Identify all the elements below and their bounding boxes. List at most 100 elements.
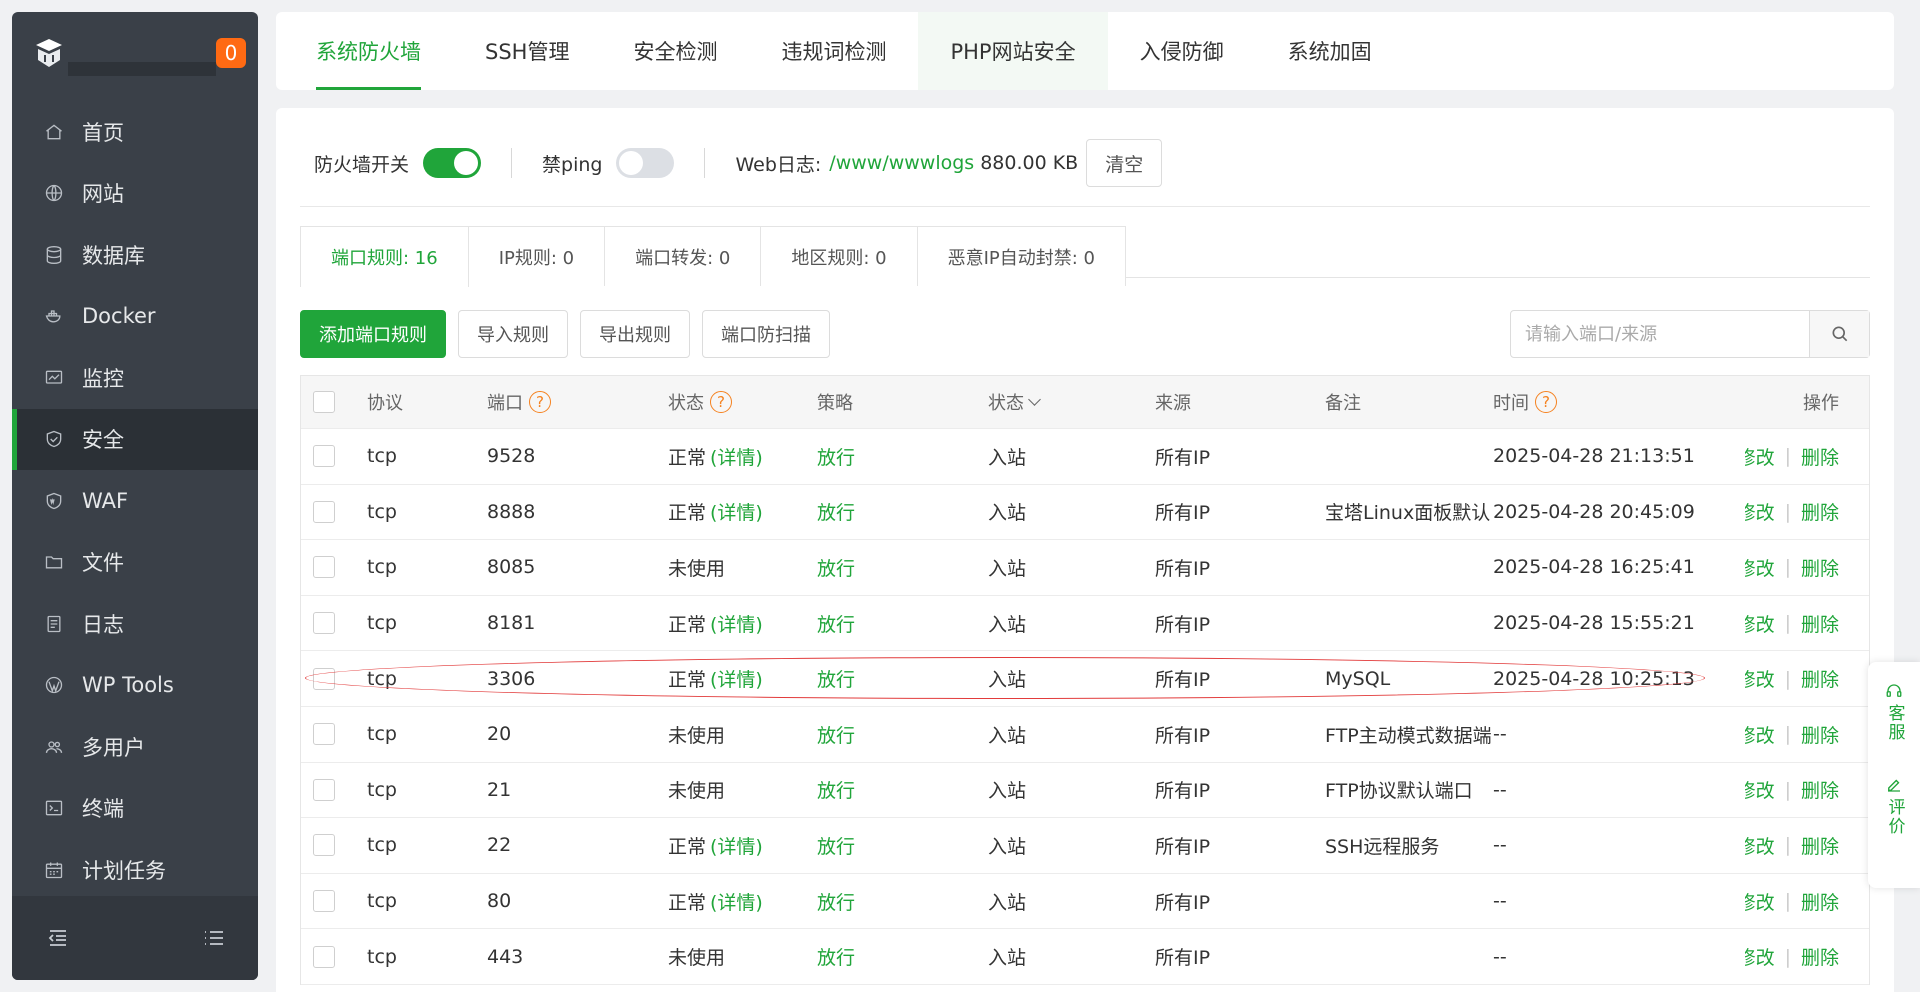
top-tab-2[interactable]: 安全检测 — [601, 12, 749, 90]
delete-rule-link[interactable]: 删除 — [1801, 610, 1839, 637]
status-detail-link[interactable]: (详情) — [710, 443, 763, 470]
status-detail-link[interactable]: (详情) — [710, 665, 763, 692]
status-cell: 正常 (详情) — [668, 665, 817, 692]
delete-rule-link[interactable]: 删除 — [1801, 943, 1839, 970]
customer-service-button[interactable]: 客服 — [1885, 682, 1905, 742]
notification-badge[interactable]: 0 — [216, 38, 246, 68]
table-header: 协议 端口? 状态? 策略 状态 来源 备注 时间? 操作 — [301, 376, 1869, 429]
top-tab-6[interactable]: 系统加固 — [1256, 12, 1404, 90]
top-tab-0[interactable]: 系统防火墙 — [284, 12, 453, 90]
delete-rule-link[interactable]: 删除 — [1801, 443, 1839, 470]
select-all-checkbox[interactable] — [313, 391, 335, 413]
status-detail-link[interactable]: (详情) — [710, 888, 763, 915]
top-tab-4[interactable]: PHP网站安全 — [918, 12, 1108, 90]
port-anti-scan-button[interactable]: 端口防扫描 — [702, 310, 830, 358]
search-input[interactable] — [1511, 311, 1809, 357]
help-icon[interactable]: ? — [1535, 391, 1557, 413]
sidebar-item-7[interactable]: 文件 — [12, 532, 258, 594]
sidebar-item-1[interactable]: 网站 — [12, 163, 258, 225]
row-checkbox[interactable] — [313, 612, 335, 635]
note-cell: 宝塔Linux面板默认 — [1325, 502, 1491, 525]
delete-rule-link[interactable]: 删除 — [1801, 721, 1839, 748]
divider: | — [1784, 778, 1791, 801]
divider: | — [1784, 723, 1791, 746]
sidebar-item-2[interactable]: 数据库 — [12, 224, 258, 286]
sidebar-item-label: 多用户 — [82, 735, 145, 760]
table-row: tcp 8181 正常 (详情) 放行 入站 所有IP 2025-04-28 15:55:21… — [301, 596, 1869, 652]
add-port-rule-button[interactable]: 添加端口规则 — [300, 310, 446, 358]
sidebar-item-5[interactable]: 安全 — [12, 408, 258, 470]
menu-list-icon[interactable] — [202, 926, 226, 950]
status-detail-link[interactable]: (详情) — [710, 498, 763, 525]
edit-rule-link[interactable]: 修改 — [1745, 721, 1775, 748]
top-tab-3[interactable]: 违规词检测 — [749, 12, 918, 90]
edit-rule-link[interactable]: 修改 — [1745, 665, 1775, 692]
row-checkbox[interactable] — [313, 945, 335, 968]
edit-rule-link[interactable]: 修改 — [1745, 943, 1775, 970]
clear-log-button[interactable]: 清空 — [1086, 139, 1163, 187]
sidebar-item-10[interactable]: 多用户 — [12, 716, 258, 778]
edit-rule-link[interactable]: 修改 — [1745, 832, 1775, 859]
firewall-toggle[interactable] — [423, 148, 482, 178]
divider — [704, 148, 706, 178]
sidebar-item-12[interactable]: 计划任务 — [12, 839, 258, 901]
search-button[interactable] — [1809, 311, 1869, 357]
delete-rule-link[interactable]: 删除 — [1801, 498, 1839, 525]
row-checkbox[interactable] — [313, 445, 335, 468]
sidebar-item-label: WP Tools — [82, 673, 174, 698]
sidebar-item-4[interactable]: 监控 — [12, 347, 258, 409]
help-icon[interactable]: ? — [529, 391, 551, 413]
row-checkbox[interactable] — [313, 723, 335, 746]
ping-toggle[interactable] — [616, 148, 675, 178]
import-rules-button[interactable]: 导入规则 — [458, 310, 568, 358]
edit-rule-link[interactable]: 修改 — [1745, 443, 1775, 470]
help-icon[interactable]: ? — [710, 391, 732, 413]
header-direction[interactable]: 状态 — [988, 389, 1155, 415]
delete-rule-link[interactable]: 删除 — [1801, 888, 1839, 915]
rule-tab-2[interactable]: 端口转发: 0 — [605, 226, 762, 286]
sidebar-item-6[interactable]: WAF — [12, 470, 258, 532]
sidebar-item-0[interactable]: 首页 — [12, 101, 258, 163]
protocol-cell: tcp — [367, 612, 397, 635]
row-checkbox[interactable] — [313, 667, 335, 690]
header-operation: 操作 — [1803, 393, 1839, 414]
edit-rule-link[interactable]: 修改 — [1745, 610, 1775, 637]
row-checkbox[interactable] — [313, 556, 335, 579]
review-button[interactable]: 评价 — [1885, 776, 1905, 836]
status-detail-link[interactable]: (详情) — [710, 832, 763, 859]
row-checkbox[interactable] — [313, 778, 335, 801]
policy-cell: 放行 — [817, 891, 856, 914]
rule-tab-4[interactable]: 恶意IP自动封禁: 0 — [917, 226, 1127, 286]
edit-rule-link[interactable]: 修改 — [1745, 888, 1775, 915]
delete-rule-link[interactable]: 删除 — [1801, 832, 1839, 859]
sidebar-item-11[interactable]: 终端 — [12, 778, 258, 840]
delete-rule-link[interactable]: 删除 — [1801, 665, 1839, 692]
row-checkbox[interactable] — [313, 500, 335, 523]
delete-rule-link[interactable]: 删除 — [1801, 776, 1839, 803]
sidebar-item-8[interactable]: 日志 — [12, 593, 258, 655]
sidebar-nav: 首页 网站 数据库 Docker 监控 安全 WAF 文件 日志 WP Tools 多用户终端 计划任… — [12, 101, 258, 901]
policy-cell: 放行 — [817, 780, 856, 803]
edit-rule-link[interactable]: 修改 — [1745, 776, 1775, 803]
chevron-down-icon[interactable] — [1028, 393, 1041, 406]
weblog-path-link[interactable]: /www/wwwlogs — [829, 152, 974, 174]
collapse-sidebar-icon[interactable] — [46, 926, 70, 950]
edit-rule-link[interactable]: 修改 — [1745, 554, 1775, 581]
port-cell: 8085 — [487, 556, 536, 579]
header-time: 时间? — [1493, 389, 1745, 415]
rule-tab-0[interactable]: 端口规则: 16 — [300, 226, 469, 287]
sidebar-item-9[interactable]: WP Tools — [12, 655, 258, 717]
row-checkbox[interactable] — [313, 890, 335, 913]
status-detail-link[interactable]: (详情) — [710, 610, 763, 637]
delete-rule-link[interactable]: 删除 — [1801, 554, 1839, 581]
edit-rule-link[interactable]: 修改 — [1745, 498, 1775, 525]
top-tab-1[interactable]: SSH管理 — [453, 12, 601, 90]
export-rules-button[interactable]: 导出规则 — [580, 310, 690, 358]
rule-tab-1[interactable]: IP规则: 0 — [468, 226, 606, 286]
rule-tab-3[interactable]: 地区规则: 0 — [761, 226, 918, 286]
sidebar-item-3[interactable]: Docker — [12, 286, 258, 348]
top-tab-5[interactable]: 入侵防御 — [1108, 12, 1256, 90]
direction-cell: 入站 — [988, 669, 1027, 692]
row-checkbox[interactable] — [313, 834, 335, 857]
bt-logo-icon[interactable] — [32, 36, 66, 70]
